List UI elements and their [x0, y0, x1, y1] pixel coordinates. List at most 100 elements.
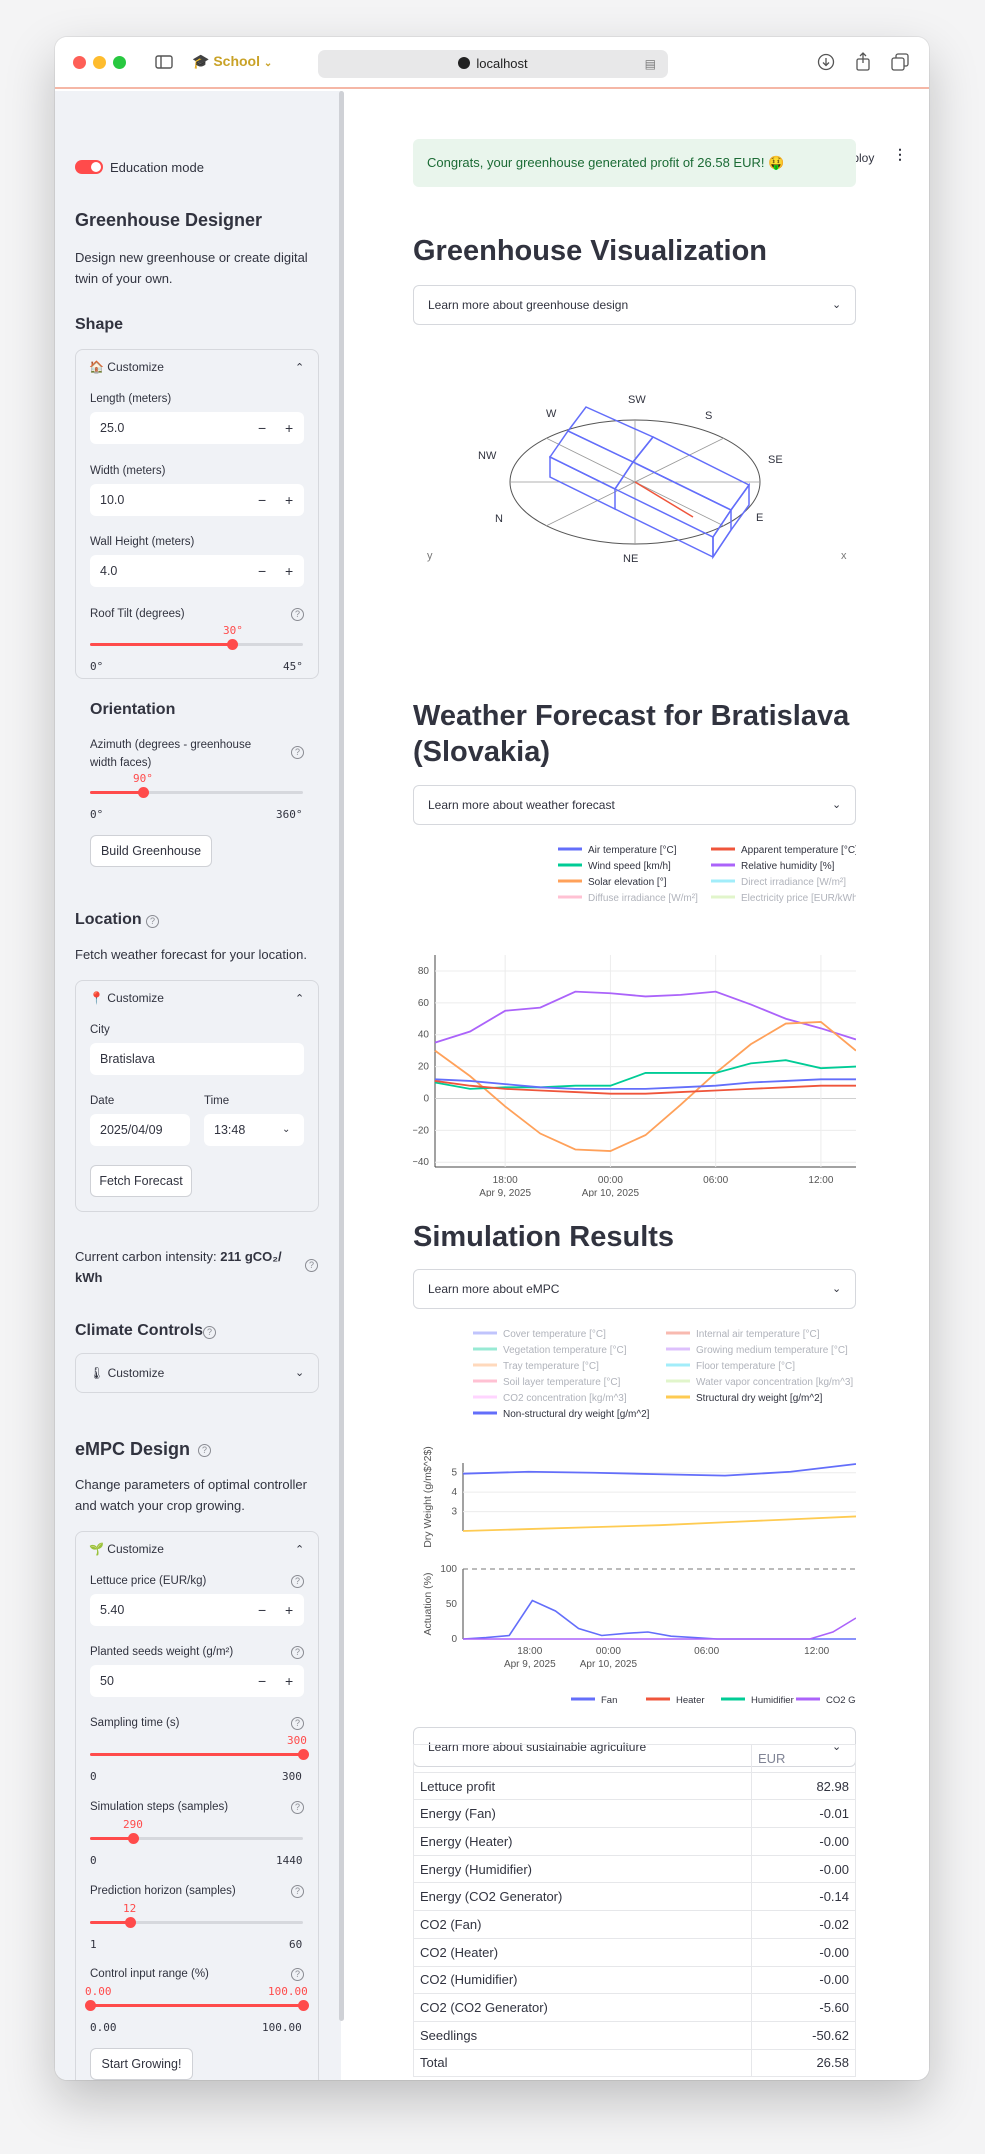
main-menu-icon[interactable]: ⋮: [893, 147, 907, 161]
help-icon[interactable]: ?: [305, 1259, 318, 1272]
city-input[interactable]: Bratislava: [90, 1043, 304, 1075]
y-axis-label: Dry Weight (g/m$^2$): [422, 1446, 434, 1548]
simulation-steps-max: 1440: [276, 1854, 303, 1867]
zoom-window-button[interactable]: [113, 56, 126, 69]
weather-forecast-expander[interactable]: Learn more about weather forecast ⌄: [413, 785, 856, 825]
width-increment-button[interactable]: +: [285, 484, 293, 516]
tab-group[interactable]: 🎓 School ⌄: [192, 53, 272, 70]
education-mode-toggle[interactable]: [75, 160, 103, 174]
help-icon[interactable]: ?: [146, 915, 159, 928]
download-icon[interactable]: [817, 53, 835, 75]
empc-expander-label: Customize: [107, 1542, 164, 1556]
sidebar-scrollbar[interactable]: [339, 91, 344, 2021]
empc-expander-header[interactable]: 🌱 Customize: [89, 1542, 164, 1556]
shape-expander-header[interactable]: 🏠 Customize: [89, 360, 164, 374]
x-tick-label: 00:00: [598, 1175, 623, 1186]
length-input[interactable]: 25.0 − +: [90, 412, 304, 444]
location-description: Fetch weather forecast for your location…: [75, 947, 307, 962]
control-range-low-thumb[interactable]: [85, 2000, 96, 2011]
share-icon[interactable]: [855, 52, 871, 75]
sampling-time-thumb[interactable]: [298, 1749, 309, 1760]
roof-tilt-min: 0°: [90, 660, 104, 673]
table-row-value: -0.02: [751, 1910, 856, 1939]
lettuce-price-increment-button[interactable]: +: [285, 1594, 293, 1626]
help-icon[interactable]: ?: [291, 1968, 304, 1981]
simulation-results-chart[interactable]: Cover temperature [°C] Internal air tempe…: [413, 1321, 856, 1711]
tabs-overview-icon[interactable]: [891, 53, 909, 75]
reader-icon[interactable]: ▤: [645, 50, 656, 78]
azimuth-thumb[interactable]: [138, 787, 149, 798]
x-tick-label: 18:00: [517, 1646, 542, 1657]
fetch-forecast-button[interactable]: Fetch Forecast: [90, 1165, 192, 1197]
compass-se: SE: [768, 454, 783, 466]
location-expander-header[interactable]: 📍 Customize: [89, 991, 164, 1005]
city-label: City: [90, 1024, 110, 1036]
x-tick-label: 12:00: [804, 1646, 829, 1657]
climate-expander-header[interactable]: 🌡 Customize: [89, 1366, 164, 1380]
legend-item: Electricity price [EUR/kWh]: [741, 893, 856, 904]
chevron-up-icon[interactable]: ⌃: [295, 992, 304, 1005]
greenhouse-3d-plot[interactable]: SW S SE E NE N NW W y x: [413, 337, 856, 667]
help-icon[interactable]: ?: [291, 1801, 304, 1814]
empc-description: Change parameters of optimal controller …: [75, 1477, 307, 1513]
wall-height-increment-button[interactable]: +: [285, 555, 293, 587]
width-decrement-button[interactable]: −: [258, 484, 266, 516]
chevron-down-icon[interactable]: ⌄: [295, 1366, 304, 1379]
lettuce-price-decrement-button[interactable]: −: [258, 1594, 266, 1626]
seeds-weight-input[interactable]: 50 − +: [90, 1665, 304, 1697]
time-label: Time: [204, 1095, 230, 1107]
roof-tilt-thumb[interactable]: [227, 639, 238, 650]
help-icon[interactable]: ?: [291, 608, 304, 621]
table-row-label: CO2 (Heater): [413, 1937, 752, 1967]
minimize-window-button[interactable]: [93, 56, 106, 69]
prediction-horizon-thumb[interactable]: [125, 1917, 136, 1928]
designer-description: Design new greenhouse or create digital …: [75, 250, 308, 286]
wall-height-decrement-button[interactable]: −: [258, 555, 266, 587]
table-row-value: -0.14: [751, 1882, 856, 1912]
table-row-label: CO2 (Humidifier): [413, 1965, 752, 1995]
control-range-high-thumb[interactable]: [298, 2000, 309, 2011]
city-value: Bratislava: [100, 1052, 155, 1066]
width-input[interactable]: 10.0 − +: [90, 484, 304, 516]
sidebar-toggle-icon[interactable]: [155, 54, 173, 74]
simulation-results-title: Simulation Results: [413, 1221, 675, 1253]
seeds-weight-decrement-button[interactable]: −: [258, 1665, 266, 1697]
length-increment-button[interactable]: +: [285, 412, 293, 444]
y-tick-label: 3: [451, 1507, 457, 1518]
weather-forecast-chart[interactable]: Air temperature [°C] Apparent temperature…: [413, 837, 856, 1197]
chevron-up-icon[interactable]: ⌃: [295, 361, 304, 374]
seeds-weight-increment-button[interactable]: +: [285, 1665, 293, 1697]
carbon-intensity-value: 211 gCO₂/: [220, 1249, 282, 1264]
azimuth-fill: [90, 791, 143, 794]
help-icon[interactable]: ?: [291, 746, 304, 759]
address-bar[interactable]: localhost ▤: [318, 50, 668, 78]
greenhouse-design-expander[interactable]: Learn more about greenhouse design ⌄: [413, 285, 856, 325]
help-icon[interactable]: ?: [291, 1717, 304, 1730]
wall-height-input[interactable]: 4.0 − +: [90, 555, 304, 587]
help-icon[interactable]: ?: [203, 1326, 216, 1339]
help-icon[interactable]: ?: [291, 1885, 304, 1898]
y-tick-label: 4: [451, 1487, 457, 1498]
table-row-value: 82.98: [751, 1771, 856, 1801]
prediction-horizon-fill: [90, 1921, 130, 1924]
chevron-down-icon: ⌄: [263, 58, 273, 69]
build-greenhouse-button[interactable]: Build Greenhouse: [90, 835, 212, 867]
close-window-button[interactable]: [73, 56, 86, 69]
weather-title-line2: (Slovakia): [413, 736, 550, 768]
help-icon[interactable]: ?: [291, 1575, 304, 1588]
help-icon[interactable]: ?: [198, 1444, 211, 1457]
start-growing-button[interactable]: Start Growing!: [90, 2048, 193, 2080]
greenhouse-visualization-title: Greenhouse Visualization: [413, 235, 768, 267]
prediction-horizon-min: 1: [90, 1938, 97, 1951]
date-input[interactable]: 2025/04/09: [90, 1114, 190, 1146]
legend-item: Soil layer temperature [°C]: [503, 1377, 621, 1388]
lettuce-price-input[interactable]: 5.40 − +: [90, 1594, 304, 1626]
profit-table: EUR Lettuce profit 82.98 Energy (Fan) -0.01 E…: [413, 1744, 856, 2078]
empc-info-expander[interactable]: Learn more about eMPC ⌄: [413, 1269, 856, 1309]
time-select[interactable]: 13:48 ⌄: [204, 1114, 304, 1146]
help-icon[interactable]: ?: [291, 1646, 304, 1659]
roof-tilt-value: 30°: [223, 624, 243, 637]
chevron-up-icon[interactable]: ⌃: [295, 1543, 304, 1556]
length-decrement-button[interactable]: −: [258, 412, 266, 444]
simulation-steps-thumb[interactable]: [128, 1833, 139, 1844]
